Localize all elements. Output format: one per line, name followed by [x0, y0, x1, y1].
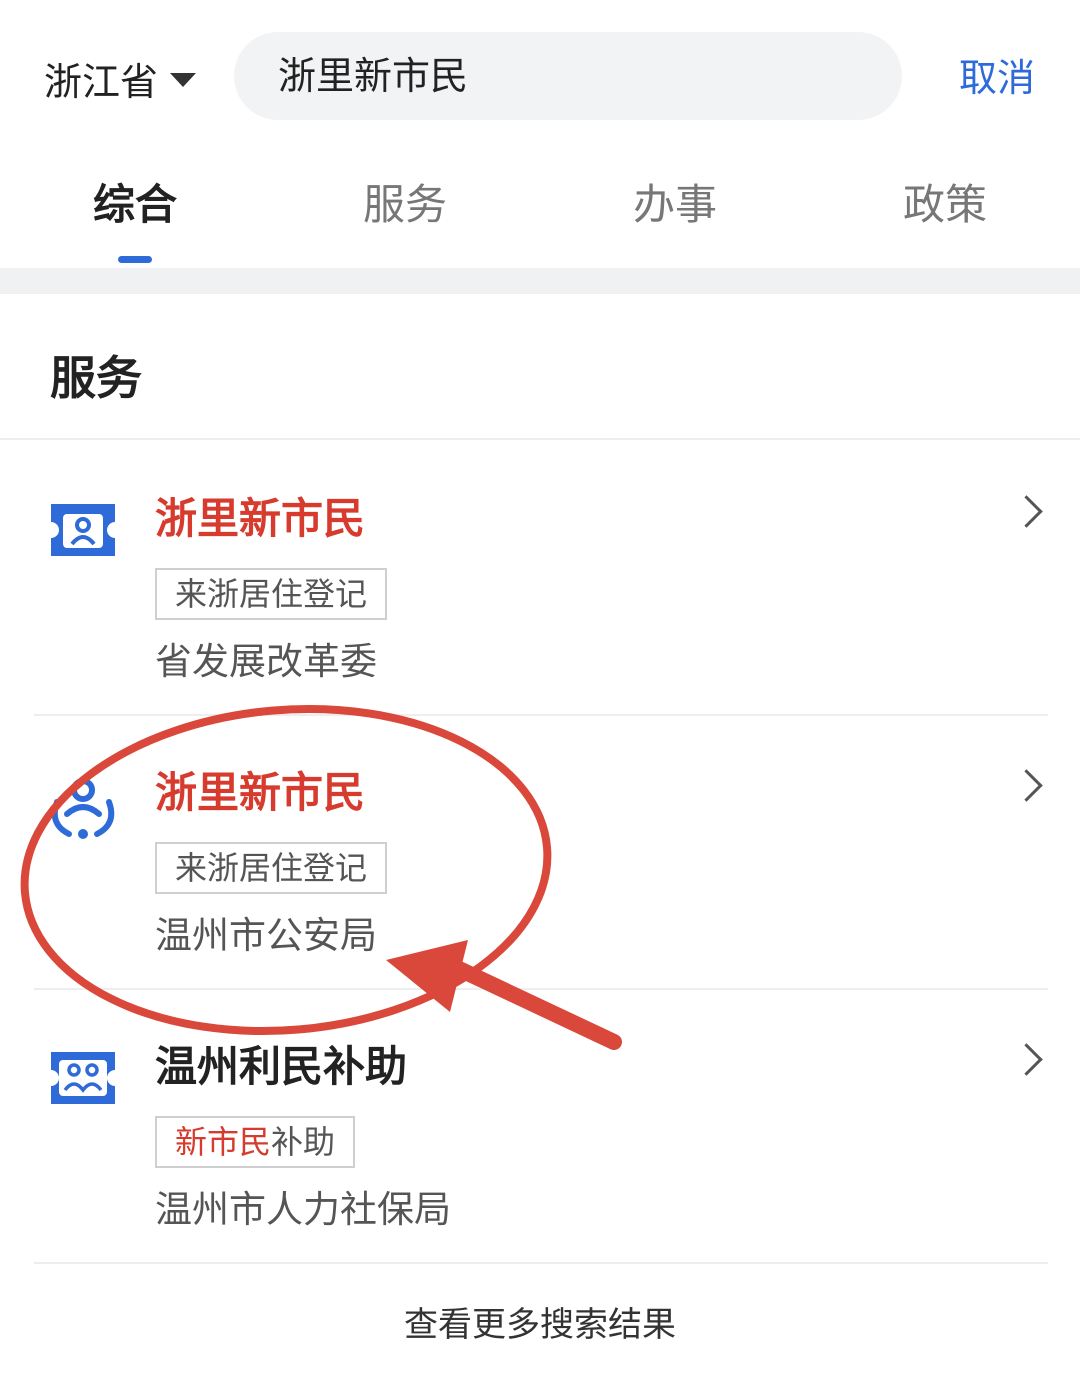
result-title: 浙里新市民 — [155, 494, 366, 543]
cancel-button[interactable]: 取消 — [959, 50, 1035, 106]
search-input-value: 浙里新市民 — [278, 54, 469, 98]
result-department: 温州市公安局 — [155, 914, 377, 957]
result-department: 温州市人力社保局 — [155, 1188, 451, 1231]
tab-services[interactable]: 服务 — [270, 160, 540, 250]
id-card-icon — [47, 498, 119, 562]
result-tag: 新市民补助 — [155, 1116, 356, 1168]
region-label: 浙江省 — [44, 59, 159, 104]
section-separator — [0, 268, 1080, 294]
section-title: 服务 — [50, 351, 142, 405]
tag-highlight: 新市民 — [175, 1123, 272, 1161]
more-results-link[interactable]: 查看更多搜索结果 — [0, 1300, 1080, 1350]
result-title: 浙里新市民 — [155, 768, 366, 817]
tab-bar: 综合 服务 办事 政策 — [0, 160, 1080, 268]
result-tag: 来浙居住登记 — [155, 568, 388, 620]
chevron-right-icon — [1010, 1043, 1043, 1076]
result-department: 省发展改革委 — [155, 640, 377, 683]
tab-affairs[interactable]: 办事 — [540, 160, 810, 250]
search-input[interactable]: 浙里新市民 — [234, 32, 902, 120]
active-tab-indicator — [118, 256, 152, 263]
result-tag: 来浙居住登记 — [155, 842, 388, 894]
chevron-right-icon — [1010, 769, 1043, 802]
group-card-icon — [47, 1046, 119, 1110]
service-result-item[interactable]: 温州利民补助 新市民补助 温州市人力社保局 — [0, 988, 1080, 1262]
divider — [34, 1262, 1048, 1264]
people-care-icon — [47, 772, 119, 839]
result-title: 温州利民补助 — [155, 1042, 408, 1091]
chevron-right-icon — [1010, 495, 1043, 528]
caret-down-icon — [170, 73, 197, 87]
tag-rest: 补助 — [271, 1123, 336, 1161]
tab-policy[interactable]: 政策 — [810, 160, 1080, 250]
region-selector[interactable]: 浙江省 — [44, 50, 197, 106]
tab-comprehensive[interactable]: 综合 — [0, 160, 270, 250]
service-result-item[interactable]: 浙里新市民 来浙居住登记 温州市公安局 — [0, 714, 1080, 988]
service-result-item[interactable]: 浙里新市民 来浙居住登记 省发展改革委 — [0, 440, 1080, 714]
search-header: 浙江省 浙里新市民 取消 — [0, 0, 1080, 150]
